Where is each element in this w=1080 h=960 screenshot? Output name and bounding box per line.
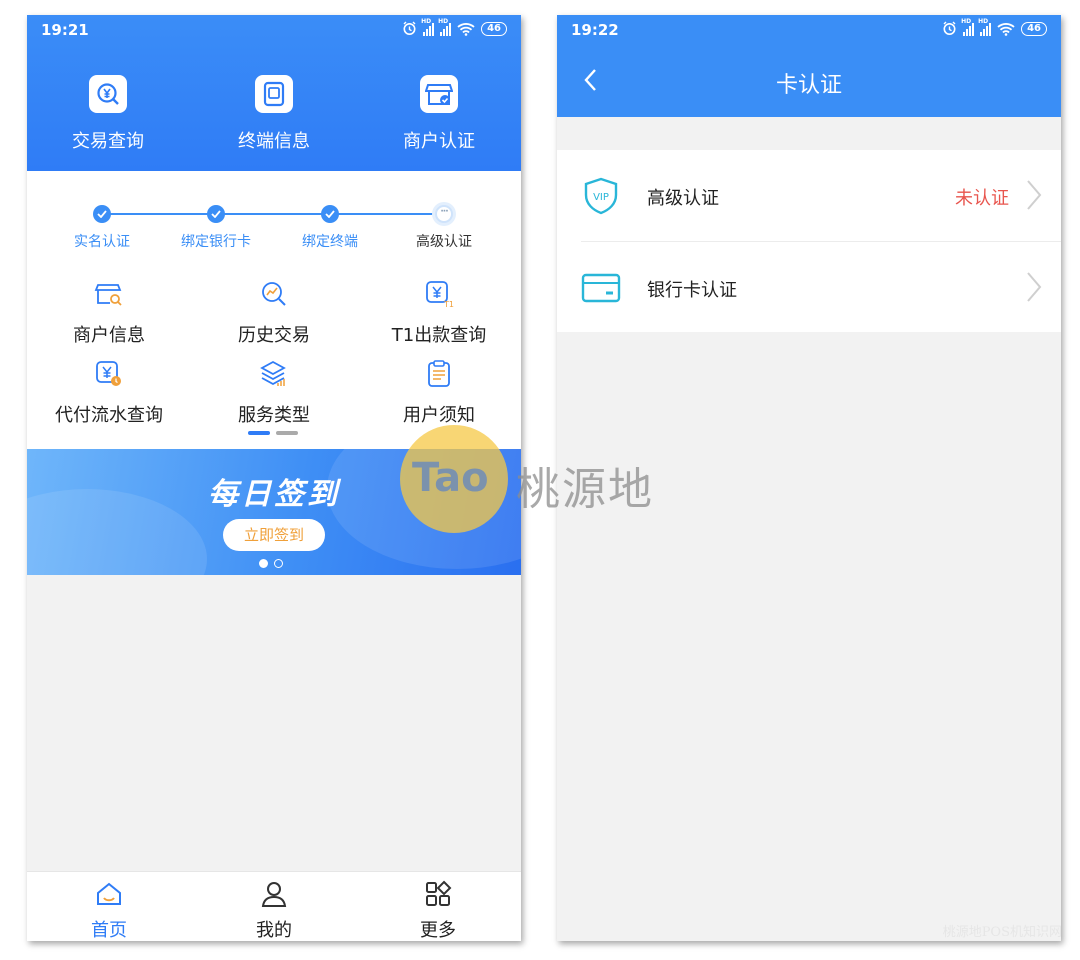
battery-icon: 46 [1021, 21, 1047, 36]
alarm-icon [403, 21, 416, 35]
store-search-icon [94, 284, 122, 306]
verification-progress: ··· 实名认证 绑定银行卡 绑定终端 高级认证 [27, 171, 521, 261]
tab-label: 首页 [91, 920, 127, 941]
row-label: 高级认证 [647, 188, 719, 209]
nav-terminal-info[interactable]: 终端信息 [204, 75, 344, 153]
step-done-icon [93, 205, 111, 223]
home-icon [97, 882, 121, 905]
terminal-icon [255, 75, 293, 113]
grid-label: 代付流水查询 [55, 405, 163, 426]
bank-card-verify-row[interactable]: 银行卡认证 [581, 241, 1061, 332]
banner-title: 每日签到 [208, 477, 340, 512]
checkin-button[interactable]: 立即签到 [223, 519, 325, 551]
wifi-icon [457, 22, 475, 36]
bank-card-icon [581, 273, 621, 303]
nav-label: 商户认证 [403, 131, 475, 152]
nav-merchant-verify[interactable]: 商户认证 [369, 75, 509, 153]
layers-icon [260, 360, 286, 386]
card-verify-header: 19:22 HD HD 46 卡认证 [557, 15, 1061, 117]
signal-icon: HD [978, 18, 992, 36]
grid-history-trades[interactable]: 历史交易 [192, 279, 356, 347]
home-screen: 19:21 HD HD 46 交易查询 终端信息 商户认证 ··· 实名认证 绑… [27, 15, 521, 941]
tab-home[interactable]: 首页 [49, 880, 169, 941]
signal-icon: HD [421, 18, 435, 36]
signal-icon: HD [438, 18, 452, 36]
yuan-clock-icon [96, 361, 121, 386]
grid-pager [248, 431, 298, 435]
pager-dot-active [248, 431, 270, 435]
row-label: 银行卡认证 [647, 280, 737, 301]
store-verified-icon [420, 75, 458, 113]
status-badge: 未认证 [955, 188, 1009, 209]
battery-icon: 46 [481, 21, 507, 36]
banner-indicator [259, 559, 283, 568]
step-pending-icon: ··· [435, 205, 453, 223]
grid-service-type[interactable]: 服务类型 [192, 359, 356, 427]
status-bar: 19:21 HD HD 46 [27, 15, 521, 45]
alarm-icon [943, 21, 956, 35]
chevron-right-icon [1027, 272, 1042, 302]
grid-label: T1出款查询 [391, 325, 487, 346]
tab-label: 我的 [256, 920, 292, 941]
pager-dot [276, 431, 298, 435]
tab-mine[interactable]: 我的 [214, 880, 334, 941]
svg-text:VIP: VIP [593, 192, 609, 203]
progress-line [102, 213, 446, 215]
signal-icon: HD [961, 18, 975, 36]
trend-search-icon [262, 282, 286, 306]
grid-user-notice[interactable]: 用户须知 [357, 359, 521, 427]
grid-t1-payout[interactable]: T1 T1出款查询 [357, 279, 521, 347]
tab-label: 更多 [420, 920, 456, 941]
grid-merchant-info[interactable]: 商户信息 [27, 279, 191, 347]
nav-label: 交易查询 [72, 131, 144, 152]
step-label: 绑定银行卡 [181, 234, 251, 250]
grid-payment-flow[interactable]: 代付流水查询 [27, 359, 191, 427]
grid-label: 商户信息 [73, 325, 145, 346]
notice-icon [428, 360, 450, 387]
step-label: 实名认证 [74, 234, 130, 250]
step-label: 绑定终端 [302, 234, 358, 250]
grid-label: 用户须知 [403, 405, 475, 426]
yuan-t1-icon: T1 [426, 281, 454, 309]
main-panel: ··· 实名认证 绑定银行卡 绑定终端 高级认证 商户信息 历史交易 T1 T1… [27, 171, 521, 449]
status-time: 19:22 [571, 21, 619, 39]
watermark-footer: 桃源地POS机知识网 [942, 925, 1062, 940]
grid-label: 历史交易 [238, 325, 310, 346]
chevron-right-icon [1027, 180, 1042, 210]
nav-transaction-query[interactable]: 交易查询 [38, 75, 178, 153]
advanced-verify-row[interactable]: VIP 高级认证 未认证 [557, 150, 1061, 241]
step-done-icon [207, 205, 225, 223]
vip-shield-icon: VIP [584, 177, 618, 215]
wifi-icon [997, 22, 1015, 36]
more-grid-icon [426, 880, 452, 906]
tab-more[interactable]: 更多 [378, 880, 498, 941]
step-label-current: 高级认证 [416, 234, 472, 250]
user-icon [261, 882, 287, 907]
status-time: 19:21 [41, 21, 89, 39]
verify-list: VIP 高级认证 未认证 银行卡认证 [557, 150, 1061, 332]
bottom-tab-bar: 首页 我的 更多 [27, 871, 521, 941]
checkin-banner[interactable]: 每日签到 立即签到 [27, 449, 521, 575]
home-header: 19:21 HD HD 46 交易查询 终端信息 商户认证 [27, 15, 521, 171]
svg-text:T1: T1 [443, 300, 454, 309]
status-bar: 19:22 HD HD 46 [557, 15, 1061, 45]
banner-dot [274, 559, 283, 568]
yuan-search-icon [89, 75, 127, 113]
banner-dot-active [259, 559, 268, 568]
nav-label: 终端信息 [238, 131, 310, 152]
step-done-icon [321, 205, 339, 223]
page-title: 卡认证 [775, 73, 842, 98]
grid-label: 服务类型 [238, 405, 310, 426]
card-verify-screen: 19:22 HD HD 46 卡认证 VIP 高级认证 未认证 银行卡认证 [557, 15, 1061, 941]
